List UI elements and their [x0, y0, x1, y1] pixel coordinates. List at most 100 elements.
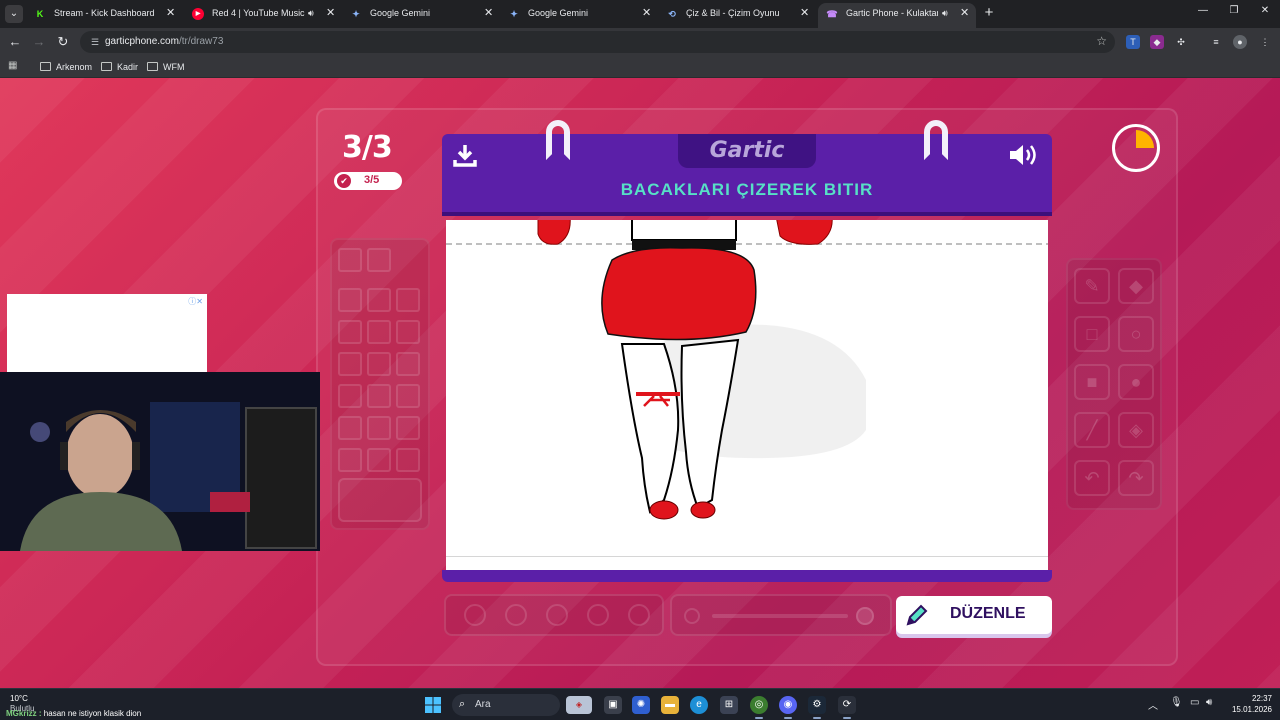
- discord-icon[interactable]: ◉: [779, 696, 797, 719]
- back-button[interactable]: ←: [6, 33, 24, 51]
- network-icon[interactable]: ▭: [1190, 697, 1199, 708]
- ad-info-icon[interactable]: ⓘ✕: [188, 296, 203, 307]
- reload-button[interactable]: ↻: [54, 33, 72, 51]
- taskbar-search[interactable]: ⌕ Ara: [452, 694, 560, 716]
- address-bar[interactable]: ☰ garticphone.com/tr/draw73 ☆: [80, 31, 1115, 53]
- store-icon[interactable]: ⊞: [720, 696, 738, 714]
- chrome-icon[interactable]: ◎: [750, 696, 768, 719]
- color-swatch[interactable]: [396, 416, 420, 440]
- brush-size-option[interactable]: [464, 604, 486, 626]
- profile-avatar[interactable]: ●: [1233, 35, 1247, 49]
- chat-user: MGkrizz :: [6, 709, 42, 718]
- tab-youtube-music[interactable]: ▶ Red 4 | YouTube Music 🔊︎ ✕: [184, 3, 342, 28]
- forward-button[interactable]: →: [30, 33, 48, 51]
- gartic-favicon-icon: ☎: [826, 9, 838, 19]
- ellipse-tool-icon[interactable]: ○: [1118, 316, 1154, 352]
- brush-size-option[interactable]: [628, 604, 650, 626]
- color-swatch[interactable]: [367, 384, 391, 408]
- color-swatch[interactable]: [396, 352, 420, 376]
- color-swatch[interactable]: [367, 288, 391, 312]
- reading-list-icon[interactable]: ≡: [1209, 35, 1223, 49]
- url-text[interactable]: garticphone.com/tr/draw73: [105, 36, 223, 47]
- close-icon[interactable]: ✕: [326, 3, 335, 24]
- audio-playing-icon[interactable]: 🔊︎: [308, 3, 314, 24]
- tray-overflow-icon[interactable]: ︿: [1148, 697, 1158, 712]
- restore-icon[interactable]: ❐: [1227, 5, 1241, 16]
- rectangle-tool-icon[interactable]: □: [1074, 316, 1110, 352]
- tab-kick-dashboard[interactable]: K Stream - Kick Dashboard ✕: [26, 3, 184, 28]
- bookmark-star-icon[interactable]: ☆: [1096, 34, 1107, 48]
- color-swatch[interactable]: [367, 320, 391, 344]
- color-swatch[interactable]: [338, 288, 362, 312]
- edit-button[interactable]: DÜZENLE: [896, 596, 1052, 634]
- site-info-icon[interactable]: ☰: [88, 35, 102, 49]
- close-window-icon[interactable]: ✕: [1258, 5, 1272, 16]
- bookmark-folder-arkenom[interactable]: Arkenom: [40, 61, 92, 75]
- opacity-slider[interactable]: [670, 594, 892, 636]
- audio-playing-icon[interactable]: 🔊︎: [942, 3, 948, 24]
- close-icon[interactable]: ✕: [484, 3, 493, 24]
- custom-color-picker[interactable]: [338, 478, 422, 522]
- opacity-slider-track[interactable]: [712, 614, 848, 618]
- brush-size-option[interactable]: [505, 604, 527, 626]
- fill-bucket-tool-icon[interactable]: ◈: [1118, 412, 1154, 448]
- line-tool-icon[interactable]: ╱: [1074, 412, 1110, 448]
- redo-icon[interactable]: ↷: [1118, 460, 1154, 496]
- ad-banner[interactable]: ⓘ✕: [7, 294, 207, 372]
- copilot-icon[interactable]: ✺: [632, 696, 650, 714]
- close-icon[interactable]: ✕: [166, 3, 175, 24]
- system-clock[interactable]: 22:37 15.01.2026: [1222, 693, 1272, 715]
- color-swatch[interactable]: [338, 352, 362, 376]
- color-swatch[interactable]: [367, 352, 391, 376]
- edge-icon[interactable]: e: [690, 696, 708, 714]
- steam-icon[interactable]: ⚙: [808, 696, 826, 719]
- color-swatch[interactable]: [338, 448, 362, 472]
- new-tab-button[interactable]: +: [981, 4, 997, 22]
- color-swatch[interactable]: [338, 416, 362, 440]
- tab-google-gemini-2[interactable]: ✦ Google Gemini ✕: [500, 3, 658, 28]
- widget-icon[interactable]: ◈: [566, 696, 592, 714]
- eraser-tool-icon[interactable]: ◆: [1118, 268, 1154, 304]
- task-view-icon[interactable]: ▣: [604, 696, 622, 714]
- brush-size-option[interactable]: [587, 604, 609, 626]
- windows-start-icon[interactable]: [425, 697, 441, 713]
- bookmark-folder-wfm[interactable]: WFM: [147, 61, 185, 75]
- color-swatch[interactable]: [396, 448, 420, 472]
- color-swatch[interactable]: [338, 320, 362, 344]
- filled-ellipse-tool-icon[interactable]: ●: [1118, 364, 1154, 400]
- close-icon[interactable]: ✕: [642, 3, 651, 24]
- color-swatch[interactable]: [338, 384, 362, 408]
- sound-on-icon[interactable]: [1008, 142, 1040, 168]
- tab-search-button[interactable]: ⌄: [5, 5, 23, 23]
- color-swatch[interactable]: [396, 320, 420, 344]
- apps-grid-icon[interactable]: ▦: [8, 60, 20, 72]
- extension-icon[interactable]: ◆: [1150, 35, 1164, 49]
- filled-rectangle-tool-icon[interactable]: ■: [1074, 364, 1110, 400]
- menu-icon[interactable]: ⋮: [1258, 35, 1272, 49]
- opacity-slider-handle[interactable]: [856, 607, 874, 625]
- color-swatch[interactable]: [396, 384, 420, 408]
- brush-size-option[interactable]: [546, 604, 568, 626]
- tab-ciz-bil[interactable]: ⟲ Çiz & Bil - Çizim Oyunu ✕: [658, 3, 816, 28]
- app-icon[interactable]: ⟳: [838, 696, 856, 719]
- color-swatch[interactable]: [367, 248, 391, 272]
- color-swatch[interactable]: [367, 448, 391, 472]
- color-swatch[interactable]: [396, 288, 420, 312]
- bookmark-folder-kadir[interactable]: Kadir: [101, 61, 138, 75]
- color-swatch[interactable]: [338, 248, 362, 272]
- file-explorer-icon[interactable]: ▬: [661, 696, 679, 714]
- undo-icon[interactable]: ↶: [1074, 460, 1110, 496]
- color-swatch[interactable]: [367, 416, 391, 440]
- close-icon[interactable]: ✕: [960, 3, 969, 24]
- microphone-icon[interactable]: 🎙︎: [1170, 697, 1183, 708]
- minimize-icon[interactable]: —: [1196, 5, 1210, 16]
- tab-google-gemini-1[interactable]: ✦ Google Gemini ✕: [342, 3, 500, 28]
- pencil-tool-icon[interactable]: ✎: [1074, 268, 1110, 304]
- translate-extension-icon[interactable]: T: [1126, 35, 1140, 49]
- volume-icon[interactable]: 🔊︎: [1206, 697, 1212, 708]
- tab-gartic-phone[interactable]: ☎ Gartic Phone - Kulaktan Kul 🔊︎ ✕: [818, 3, 976, 28]
- download-icon[interactable]: [452, 142, 478, 168]
- extensions-puzzle-icon[interactable]: ✣: [1174, 35, 1188, 49]
- close-icon[interactable]: ✕: [800, 3, 809, 24]
- drawing-canvas[interactable]: [446, 220, 1048, 556]
